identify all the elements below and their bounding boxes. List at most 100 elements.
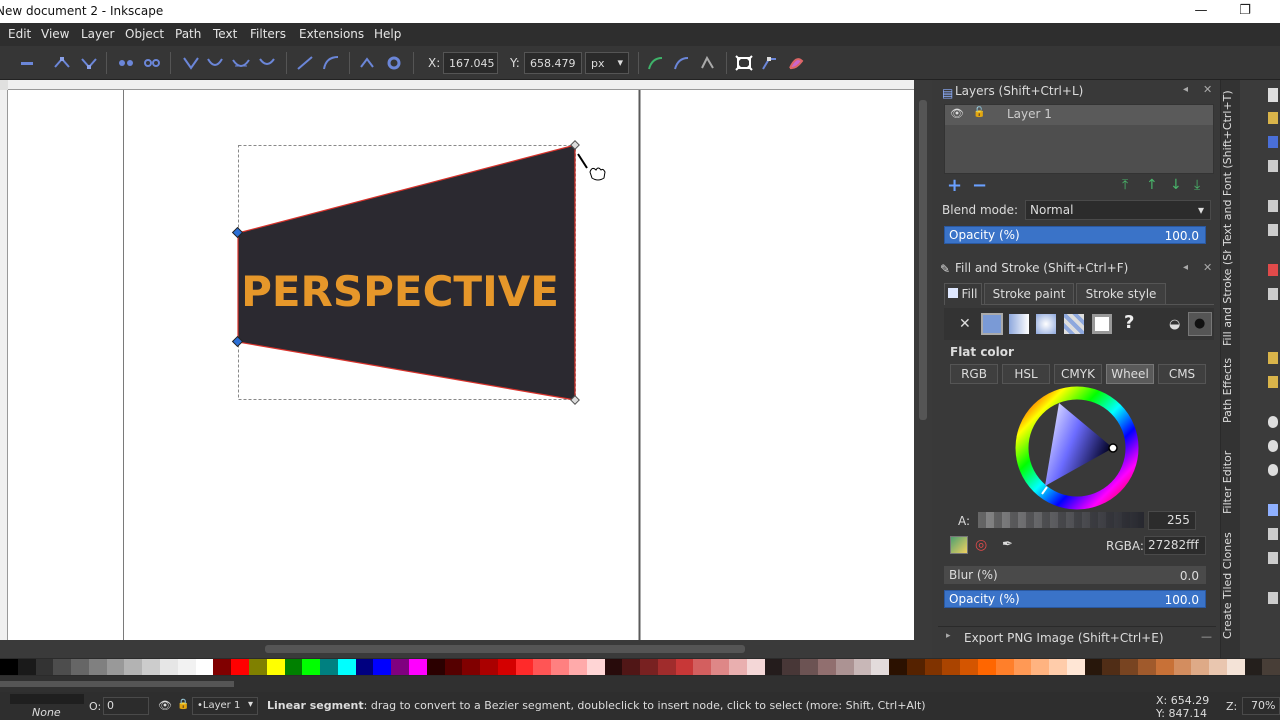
- horizontal-ruler[interactable]: [8, 80, 914, 90]
- palette-swatch[interactable]: [177, 659, 196, 675]
- lock-icon[interactable]: 🔓: [973, 107, 985, 118]
- open-file-icon[interactable]: [1268, 112, 1278, 124]
- y-coordinate-input[interactable]: 658.479: [524, 52, 582, 74]
- palette-swatch[interactable]: [924, 659, 943, 675]
- palette-swatch[interactable]: [586, 659, 605, 675]
- pattern-icon[interactable]: [1092, 314, 1112, 334]
- menu-text[interactable]: Text: [213, 27, 237, 41]
- palette-swatch[interactable]: [657, 659, 676, 675]
- tab-fill[interactable]: Fill: [944, 283, 982, 305]
- palette-swatch[interactable]: [106, 659, 125, 675]
- palette-swatch[interactable]: [1244, 659, 1263, 675]
- palette-swatch[interactable]: [142, 659, 161, 675]
- close-icon[interactable]: ✕: [1203, 261, 1212, 274]
- mode-rgb-button[interactable]: RGB: [950, 364, 998, 384]
- opacity-input[interactable]: 0: [103, 697, 149, 715]
- lower-to-bottom-icon[interactable]: ⤓: [1194, 177, 1200, 193]
- palette-swatch[interactable]: [124, 659, 143, 675]
- palette-swatch[interactable]: [1191, 659, 1210, 675]
- flat-color-icon[interactable]: [981, 313, 1003, 335]
- raise-to-top-icon[interactable]: ⤒: [1122, 177, 1128, 193]
- tab-fill-and-stroke[interactable]: Fill and Stroke (Shift+Ctrl+F): [1221, 250, 1239, 346]
- eye-icon[interactable]: 👁: [950, 107, 964, 120]
- palette-swatch[interactable]: [408, 659, 427, 675]
- tab-filter-editor[interactable]: Filter Editor: [1221, 440, 1239, 524]
- palette-swatch[interactable]: [373, 659, 392, 675]
- remove-layer-icon[interactable]: −: [972, 175, 987, 196]
- duplicate-icon[interactable]: [1268, 504, 1278, 516]
- transform-handles-icon[interactable]: [735, 55, 753, 71]
- export-icon[interactable]: [1268, 224, 1278, 236]
- palette-swatch[interactable]: [604, 659, 623, 675]
- menu-path[interactable]: Path: [175, 27, 201, 41]
- palette-swatch[interactable]: [817, 659, 836, 675]
- palette-swatch[interactable]: [800, 659, 818, 675]
- palette-swatch[interactable]: [1031, 659, 1050, 675]
- menu-object[interactable]: Object: [125, 27, 164, 41]
- object-opacity-slider[interactable]: Opacity (%) 100.0: [944, 590, 1206, 608]
- palette-swatch[interactable]: [764, 659, 783, 675]
- horizontal-scroll-thumb[interactable]: [265, 645, 745, 653]
- palette-swatch[interactable]: [569, 659, 587, 675]
- color-wheel[interactable]: [1015, 386, 1139, 510]
- add-layer-icon[interactable]: +: [947, 175, 962, 196]
- tab-stroke-paint[interactable]: Stroke paint: [984, 283, 1074, 305]
- palette-swatch[interactable]: [88, 659, 107, 675]
- palette-scrollbar[interactable]: [0, 676, 1280, 692]
- palette-swatch[interactable]: [1120, 659, 1138, 675]
- lock-icon[interactable]: 🔒: [177, 699, 189, 710]
- palette-swatch[interactable]: [53, 659, 72, 675]
- palette-swatch[interactable]: [1138, 659, 1156, 675]
- palette-swatch[interactable]: [711, 659, 730, 675]
- mode-wheel-button[interactable]: Wheel: [1106, 364, 1154, 384]
- vertical-scrollbar[interactable]: [914, 80, 932, 658]
- layer-name[interactable]: Layer 1: [1007, 107, 1052, 121]
- palette-swatch[interactable]: [1173, 659, 1192, 675]
- clone-icon[interactable]: [1268, 528, 1278, 540]
- menu-extensions[interactable]: Extensions: [299, 27, 364, 41]
- join-nodes-icon[interactable]: [117, 55, 135, 71]
- horizontal-scrollbar[interactable]: [0, 640, 932, 658]
- eyedropper-icon[interactable]: ✒: [1002, 537, 1013, 552]
- minimize-button[interactable]: —: [1184, 2, 1218, 20]
- palette-swatch[interactable]: [355, 659, 374, 675]
- palette-swatch[interactable]: [1262, 659, 1280, 675]
- palette-swatch[interactable]: [497, 659, 516, 675]
- symmetric-node-icon[interactable]: [232, 55, 250, 71]
- palette-swatch[interactable]: [906, 659, 925, 675]
- panel-collapse-icon[interactable]: ◂: [1183, 262, 1188, 273]
- menu-help[interactable]: Help: [374, 27, 401, 41]
- palette-swatch[interactable]: [480, 659, 498, 675]
- palette-swatch[interactable]: [551, 659, 569, 675]
- palette-swatch[interactable]: [1084, 659, 1103, 675]
- mode-cms-button[interactable]: CMS: [1158, 364, 1206, 384]
- stroke-to-path-icon[interactable]: [385, 55, 403, 71]
- tab-path-effects[interactable]: Path Effects: [1221, 350, 1239, 430]
- palette-swatch[interactable]: [746, 659, 765, 675]
- palette-swatch[interactable]: [1049, 659, 1067, 675]
- new-document-icon[interactable]: [1268, 88, 1278, 102]
- palette-swatch[interactable]: [17, 659, 36, 675]
- palette-swatch[interactable]: [693, 659, 712, 675]
- layer-opacity-slider[interactable]: Opacity (%) 100.0: [944, 226, 1206, 244]
- palette-swatch[interactable]: [1013, 659, 1032, 675]
- mask-icon[interactable]: [699, 55, 717, 71]
- palette-swatch[interactable]: [889, 659, 907, 675]
- x-coordinate-input[interactable]: 167.045: [443, 52, 498, 74]
- palette-swatch[interactable]: [195, 659, 214, 675]
- fill-rule-evenodd-icon[interactable]: ◒: [1169, 317, 1180, 332]
- visibility-icon[interactable]: 👁: [158, 699, 172, 712]
- copy-icon[interactable]: [1268, 376, 1278, 388]
- insert-node-icon[interactable]: [53, 55, 71, 71]
- vertical-ruler[interactable]: [0, 90, 8, 640]
- palette-swatch[interactable]: [71, 659, 89, 675]
- break-path-icon[interactable]: [143, 55, 161, 71]
- segment-curve-icon[interactable]: [322, 55, 340, 71]
- no-paint-icon[interactable]: ✕: [959, 316, 971, 332]
- delete-node-icon[interactable]: [80, 55, 98, 71]
- palette-swatch[interactable]: [977, 659, 996, 675]
- panel-collapse-icon[interactable]: ◂: [1183, 84, 1188, 95]
- layer-select[interactable]: •Layer 1 ▾: [192, 697, 258, 715]
- palette-swatch[interactable]: [1209, 659, 1227, 675]
- alpha-input[interactable]: 255: [1148, 511, 1196, 530]
